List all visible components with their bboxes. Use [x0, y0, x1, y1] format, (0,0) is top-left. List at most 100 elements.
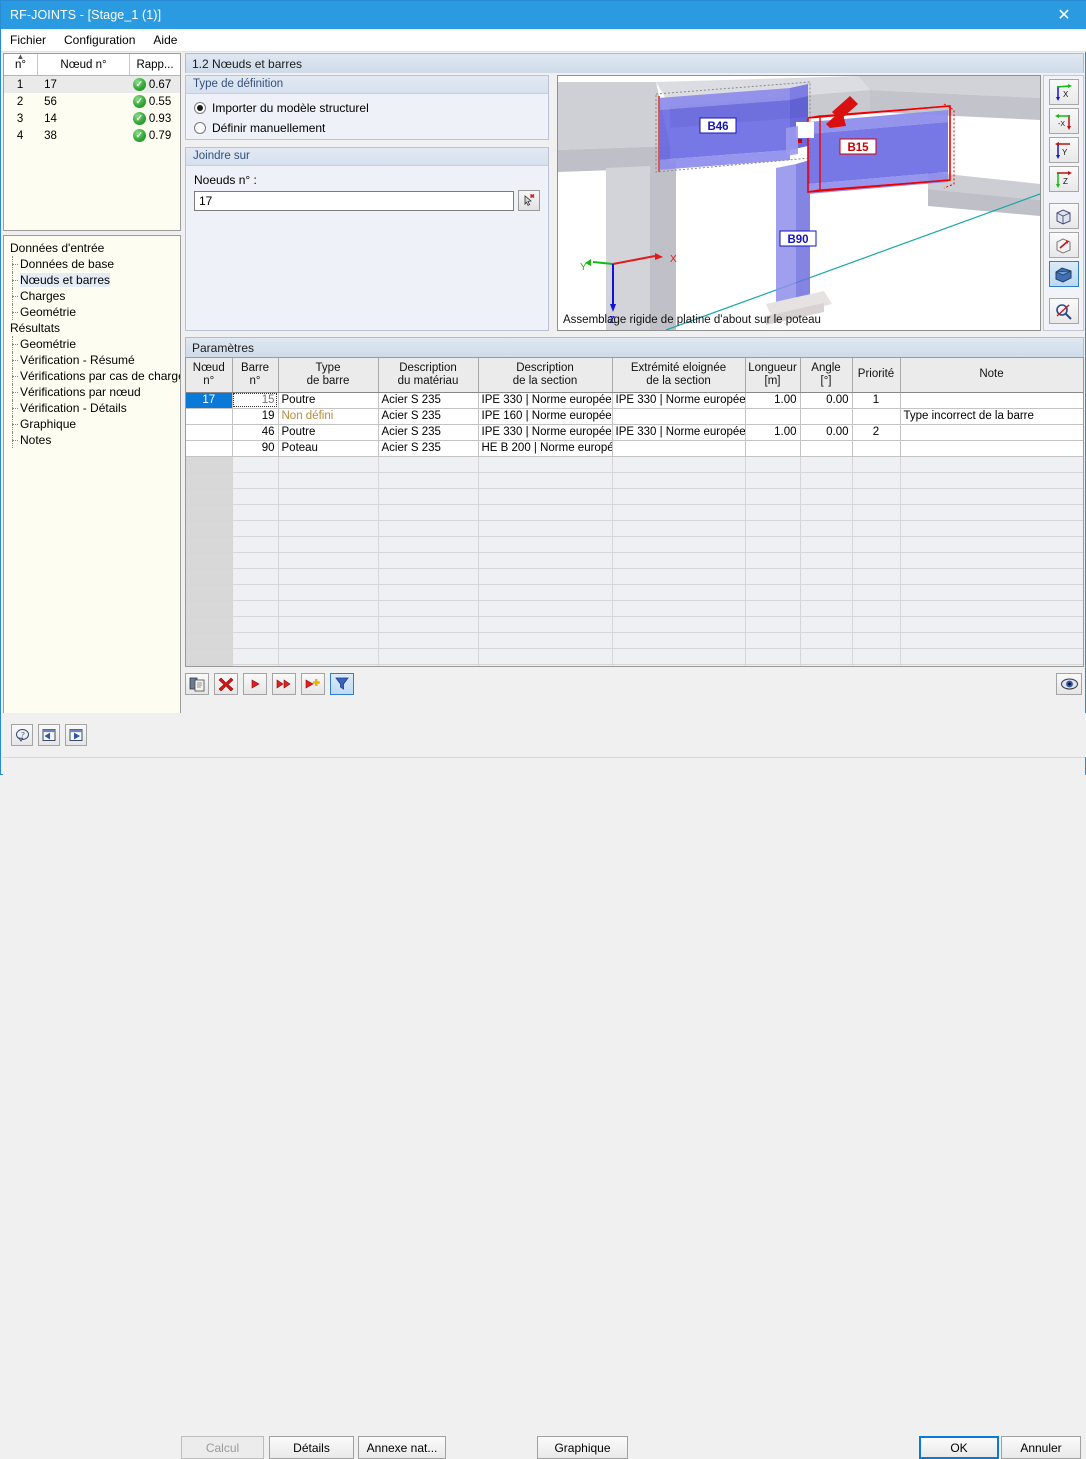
col-angle[interactable]: Angle [°] [800, 358, 853, 393]
cell-longueur[interactable] [745, 440, 801, 457]
tree-group-donnees-entree[interactable]: Données d'entrée [8, 240, 180, 256]
render-solid-icon[interactable] [1048, 261, 1079, 287]
view-x-icon[interactable]: X [1048, 79, 1079, 105]
zoom-search-icon[interactable] [1048, 298, 1079, 324]
table-row[interactable] [186, 584, 1083, 601]
table-row[interactable] [186, 536, 1083, 553]
node-list-row[interactable]: 3 14 ✓ 0.93 [4, 110, 180, 127]
tree-item-resultats-geometrie[interactable]: Geométrie [8, 336, 180, 352]
graphique-button[interactable]: Graphique [537, 1436, 628, 1459]
cell-note[interactable] [900, 424, 1083, 441]
menu-item-aide[interactable]: Aide [144, 31, 186, 49]
col-description-materiau[interactable]: Description du matériau [378, 358, 479, 393]
cell-type[interactable]: Poteau [278, 440, 379, 457]
table-row[interactable] [186, 632, 1083, 649]
details-button[interactable]: Détails [269, 1436, 354, 1459]
cell-priorite[interactable]: 2 [852, 424, 901, 441]
cell-note[interactable] [900, 440, 1083, 457]
col-extremite-eloignee[interactable]: Extrémité eloignée de la section [612, 358, 746, 393]
table-row[interactable]: 90 Poteau Acier S 235 HE B 200 | Norme e… [186, 440, 1083, 457]
cell-priorite[interactable] [852, 408, 901, 425]
table-row[interactable] [186, 552, 1083, 569]
prev-panel-icon[interactable] [38, 724, 60, 746]
table-row[interactable] [186, 616, 1083, 633]
cell-materiau[interactable]: Acier S 235 [378, 440, 479, 457]
help-balloon-icon[interactable]: ? [11, 724, 33, 746]
close-icon[interactable]: ✕ [1041, 1, 1086, 29]
cell-longueur[interactable] [745, 408, 801, 425]
view-y-icon[interactable]: Y [1048, 137, 1079, 163]
cell-noeud[interactable]: 17 [186, 392, 233, 409]
node-col-ratio[interactable]: Rapp... [130, 54, 180, 75]
table-row[interactable] [186, 504, 1083, 521]
tree-item-verification-details[interactable]: Vérification - Détails [8, 400, 180, 416]
col-description-section[interactable]: Description de la section [478, 358, 613, 393]
table-row[interactable] [186, 488, 1083, 505]
col-longueur[interactable]: Longueur [m] [745, 358, 801, 393]
add-arrow-icon[interactable] [301, 672, 325, 695]
node-list-row[interactable]: 1 17 ✓ 0.67 [4, 76, 180, 93]
noeuds-input[interactable] [194, 190, 514, 211]
menu-item-configuration[interactable]: Configuration [55, 31, 144, 49]
cell-extremite[interactable] [612, 408, 746, 425]
view-z-icon[interactable]: Z [1048, 166, 1079, 192]
cell-angle[interactable] [800, 408, 853, 425]
node-list-row[interactable]: 4 38 ✓ 0.79 [4, 127, 180, 144]
cell-section[interactable]: IPE 330 | Norme europée [478, 424, 613, 441]
ok-button[interactable]: OK [919, 1436, 999, 1459]
cell-note[interactable]: Type incorrect de la barre [900, 408, 1083, 425]
navigation-tree[interactable]: Données d'entrée Données de base Nœuds e… [3, 235, 181, 735]
table-row[interactable] [186, 456, 1083, 473]
table-row[interactable] [186, 472, 1083, 489]
cell-noeud[interactable] [186, 408, 233, 425]
node-list-table[interactable]: ▲ n° Nœud n° Rapp... 1 17 ✓ 0.67 2 56 ✓ 0.… [3, 53, 181, 231]
eye-icon[interactable] [1056, 672, 1082, 695]
cell-extremite[interactable]: IPE 330 | Norme europée [612, 424, 746, 441]
rotate-cube-icon[interactable] [1048, 232, 1079, 258]
cancel-button[interactable]: Annuler [1001, 1436, 1081, 1459]
table-row[interactable]: 46 Poutre Acier S 235 IPE 330 | Norme eu… [186, 424, 1083, 441]
isometric-cube-icon[interactable] [1048, 203, 1079, 229]
cell-longueur[interactable]: 1.00 [745, 424, 801, 441]
node-list-row[interactable]: 2 56 ✓ 0.55 [4, 93, 180, 110]
tree-group-resultats[interactable]: Résultats [8, 320, 180, 336]
annexe-nat-button[interactable]: Annexe nat... [358, 1436, 446, 1459]
cell-section[interactable]: HE B 200 | Norme europé [478, 440, 613, 457]
filter-funnel-icon[interactable] [330, 672, 354, 695]
cell-noeud[interactable] [186, 424, 233, 441]
tree-item-donnees-de-base[interactable]: Données de base [8, 256, 180, 272]
tree-item-verification-resume[interactable]: Vérification - Résumé [8, 352, 180, 368]
fast-forward-icon[interactable] [272, 672, 296, 695]
cell-angle[interactable]: 0.00 [800, 424, 853, 441]
view-minus-x-icon[interactable]: -X [1048, 108, 1079, 134]
cell-materiau[interactable]: Acier S 235 [378, 408, 479, 425]
cell-materiau[interactable]: Acier S 235 [378, 424, 479, 441]
tree-item-verifications-par-noeud[interactable]: Vérifications par nœud [8, 384, 180, 400]
cell-barre[interactable]: 15 [232, 392, 279, 409]
menu-item-fichier[interactable]: Fichier [1, 31, 55, 49]
cell-barre[interactable]: 90 [232, 440, 279, 457]
table-row[interactable] [186, 648, 1083, 665]
cell-noeud[interactable] [186, 440, 233, 457]
cell-priorite[interactable] [852, 440, 901, 457]
cell-type[interactable]: Poutre [278, 392, 379, 409]
cell-extremite[interactable]: IPE 330 | Norme europée [612, 392, 746, 409]
cell-extremite[interactable] [612, 440, 746, 457]
cell-priorite[interactable]: 1 [852, 392, 901, 409]
table-row[interactable] [186, 520, 1083, 537]
table-row[interactable]: 19 Non défini Acier S 235 IPE 160 | Norm… [186, 408, 1083, 425]
cell-barre[interactable]: 46 [232, 424, 279, 441]
node-col-index[interactable]: ▲ n° [4, 54, 38, 75]
col-priorite[interactable]: Priorité [852, 358, 901, 393]
tree-item-geometrie[interactable]: Geométrie [8, 304, 180, 320]
node-col-node[interactable]: Nœud n° [38, 54, 130, 75]
tree-item-notes[interactable]: Notes [8, 432, 180, 448]
calcul-button[interactable]: Calcul [181, 1436, 264, 1459]
copy-paste-icon[interactable] [185, 672, 209, 695]
tree-item-verifications-cas-de-charge[interactable]: Vérifications par cas de charge [8, 368, 180, 384]
col-type-de-barre[interactable]: Type de barre [278, 358, 379, 393]
pick-node-icon[interactable] [518, 190, 540, 211]
tree-item-graphique[interactable]: Graphique [8, 416, 180, 432]
table-row[interactable] [186, 664, 1083, 666]
tree-item-noeuds-et-barres[interactable]: Nœuds et barres [8, 272, 180, 288]
